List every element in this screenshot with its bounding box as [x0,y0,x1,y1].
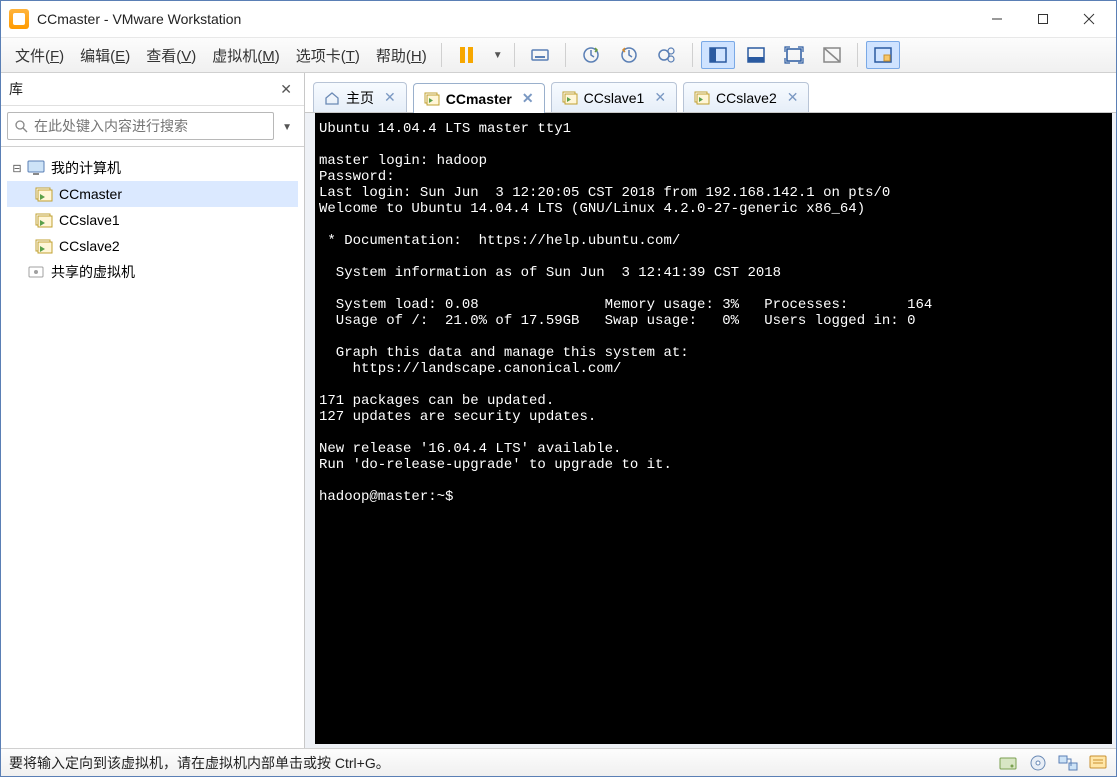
snapshot-icon [581,45,601,65]
tree-label: CCmaster [59,186,122,202]
tabs-row: 主页 ✕ CCmaster ✕ CCslave1 ✕ CCslave2 ✕ [305,73,1116,113]
revert-button[interactable] [612,41,646,69]
separator [692,43,693,67]
disk-icon[interactable] [998,754,1018,772]
vm-icon [694,91,710,105]
tree-vm-ccslave2[interactable]: CCslave2 [7,233,298,259]
tab-close-button[interactable]: ✕ [522,90,534,107]
home-icon [324,91,340,105]
console-icon [746,45,766,65]
titlebar: CCmaster - VMware Workstation [1,1,1116,37]
unity-button[interactable] [815,41,849,69]
menubar: 文件(F) 编辑(E) 查看(V) 虚拟机(M) 选项卡(T) 帮助(H) ▼ [1,37,1116,73]
menu-edit[interactable]: 编辑(E) [72,41,138,70]
vm-tree: ⊟ 我的计算机 CCmaster CCslave1 CCslave2 共享的虚拟… [1,147,304,748]
tab-close-button[interactable]: ✕ [654,89,666,106]
send-ctrl-alt-del-button[interactable] [523,41,557,69]
menu-tabs[interactable]: 选项卡(T) [288,41,368,70]
menu-help[interactable]: 帮助(H) [368,41,435,70]
vm-console[interactable]: Ubuntu 14.04.4 LTS master tty1 master lo… [315,113,1112,744]
separator [441,43,442,67]
fullscreen-icon [784,45,804,65]
sidebar-header: 库 ✕ [1,73,304,106]
separator [857,43,858,67]
snapshot-manager-icon [657,45,677,65]
chevron-down-icon: ▼ [493,50,503,61]
tree-vm-ccmaster[interactable]: CCmaster [7,181,298,207]
keyboard-icon [530,45,550,65]
message-icon[interactable] [1088,754,1108,772]
tree-vm-ccslave1[interactable]: CCslave1 [7,207,298,233]
vm-icon [424,92,440,106]
fullscreen-button[interactable] [777,41,811,69]
statusbar: 要将输入定向到该虚拟机，请在虚拟机内部单击或按 Ctrl+G。 [1,748,1116,776]
tab-ccmaster[interactable]: CCmaster ✕ [413,83,545,113]
sidebar-title: 库 [9,79,276,99]
sidebar-icon [708,45,728,65]
console-view-button[interactable] [739,41,773,69]
snapshot-button[interactable] [574,41,608,69]
sidebar: 库 ✕ ▼ ⊟ 我的计算机 CCmaster CCslave1 [1,73,305,748]
content-area: 主页 ✕ CCmaster ✕ CCslave1 ✕ CCslave2 ✕ Ub… [305,73,1116,748]
window-controls [974,1,1112,37]
main-area: 库 ✕ ▼ ⊟ 我的计算机 CCmaster CCslave1 [1,73,1116,748]
status-icons [998,754,1108,772]
minimize-button[interactable] [974,1,1020,37]
sidebar-close-button[interactable]: ✕ [276,81,296,98]
tree-my-computer[interactable]: ⊟ 我的计算机 [7,155,298,181]
separator [514,43,515,67]
menu-file[interactable]: 文件(F) [7,41,72,70]
tab-close-button[interactable]: ✕ [787,89,799,106]
tree-label: CCslave2 [59,238,120,254]
thumbnail-button[interactable] [866,41,900,69]
computer-icon [27,160,45,176]
tree-label: 共享的虚拟机 [51,262,135,282]
tab-ccslave2[interactable]: CCslave2 ✕ [683,82,809,112]
cdrom-icon[interactable] [1028,754,1048,772]
tree-label: CCslave1 [59,212,120,228]
search-row: ▼ [1,106,304,147]
thumbnail-icon [873,45,893,65]
close-button[interactable] [1066,1,1112,37]
pause-button[interactable] [450,41,484,69]
search-input[interactable] [34,118,267,134]
vm-icon [562,91,578,105]
revert-icon [619,45,639,65]
pause-icon [460,47,473,63]
search-box[interactable] [7,112,274,140]
network-icon[interactable] [1058,754,1078,772]
vm-icon [35,186,53,202]
snapshot-manager-button[interactable] [650,41,684,69]
tab-close-button[interactable]: ✕ [384,89,396,106]
tab-label: CCslave2 [716,90,777,106]
separator [565,43,566,67]
tab-label: CCmaster [446,91,512,107]
app-icon [9,9,29,29]
tree-label: 我的计算机 [51,158,121,178]
tab-ccslave1[interactable]: CCslave1 ✕ [551,82,677,112]
menu-vm[interactable]: 虚拟机(M) [204,41,288,70]
chevron-down-icon: ▼ [282,122,292,133]
tab-label: CCslave1 [584,90,645,106]
window-title: CCmaster - VMware Workstation [37,11,974,27]
pause-dropdown[interactable]: ▼ [488,41,506,69]
vm-icon [35,238,53,254]
tab-home[interactable]: 主页 ✕ [313,82,407,112]
status-text: 要将输入定向到该虚拟机，请在虚拟机内部单击或按 Ctrl+G。 [9,753,998,773]
tab-label: 主页 [346,88,374,108]
collapse-icon[interactable]: ⊟ [11,162,23,175]
search-icon [14,119,28,133]
unity-icon [822,45,842,65]
menu-view[interactable]: 查看(V) [138,41,204,70]
shared-icon [27,264,45,280]
tree-shared-vms[interactable]: 共享的虚拟机 [7,259,298,285]
search-dropdown[interactable]: ▼ [274,117,298,135]
show-sidebar-button[interactable] [701,41,735,69]
maximize-button[interactable] [1020,1,1066,37]
vm-icon [35,212,53,228]
